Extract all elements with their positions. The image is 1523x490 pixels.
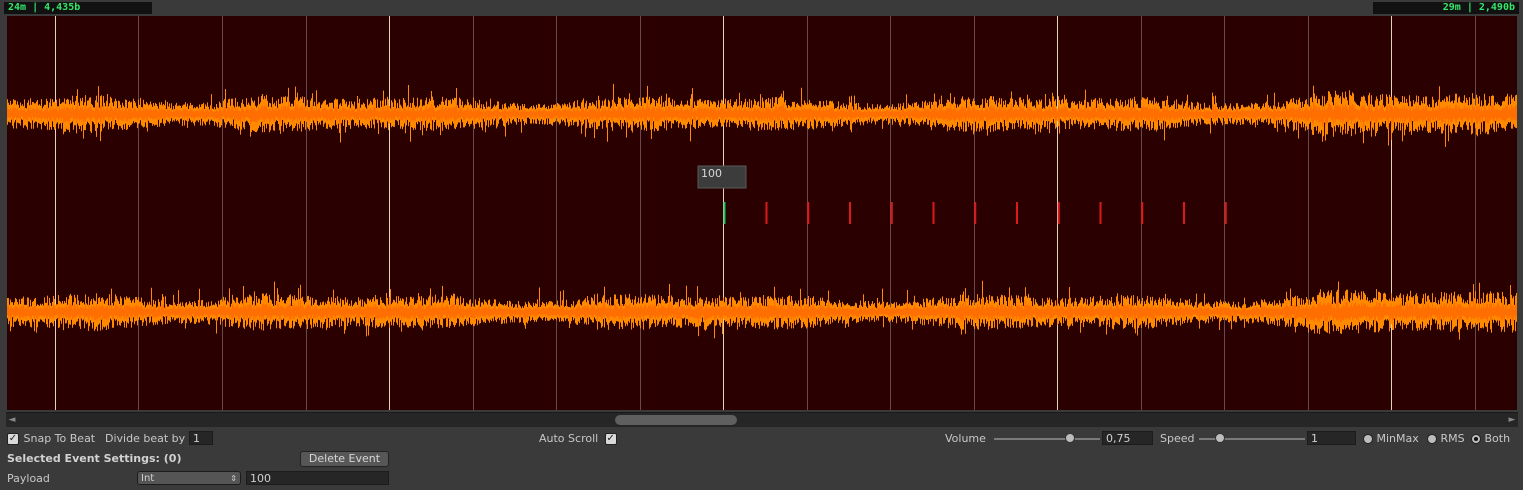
event-payload-popup: 100 <box>697 165 747 189</box>
waveform-background <box>7 16 1517 410</box>
speed-input[interactable]: 1 <box>1307 431 1356 445</box>
divide-beat-label: Divide beat by <box>105 432 186 445</box>
volume-label: Volume <box>945 432 986 445</box>
payload-type-dropdown[interactable]: Int ⇕ <box>137 471 241 485</box>
payload-label: Payload <box>7 472 50 485</box>
delete-event-button[interactable]: Delete Event <box>300 451 389 467</box>
scrollbar-thumb[interactable] <box>615 415 737 425</box>
minmax-radio[interactable] <box>1363 434 1373 444</box>
display-mode-minmax[interactable]: MinMax <box>1363 432 1419 445</box>
divide-beat-input[interactable]: 1 <box>189 431 213 445</box>
horizontal-scrollbar[interactable]: ◄ ► <box>6 412 1518 427</box>
event-settings-title: Selected Event Settings: (0) <box>7 452 182 465</box>
rms-label: RMS <box>1440 432 1465 445</box>
payload-value-input[interactable]: 100 <box>246 471 389 485</box>
waveform-canvas[interactable]: 100 <box>7 16 1517 410</box>
dropdown-arrow-icon: ⇕ <box>230 474 237 483</box>
speed-slider-knob[interactable] <box>1215 433 1225 443</box>
both-radio[interactable] <box>1471 434 1481 444</box>
display-mode-rms[interactable]: RMS <box>1427 432 1465 445</box>
minmax-label: MinMax <box>1376 432 1419 445</box>
start-timecode: 24m | 4,435b <box>4 2 152 14</box>
snap-to-beat-label: Snap To Beat <box>23 432 96 445</box>
auto-scroll-label: Auto Scroll <box>539 432 599 445</box>
volume-input[interactable]: 0,75 <box>1102 431 1153 445</box>
display-mode-both[interactable]: Both <box>1471 432 1510 445</box>
volume-slider-knob[interactable] <box>1065 433 1075 443</box>
waveform-timeline[interactable]: 100 <box>7 16 1517 410</box>
speed-label: Speed <box>1160 432 1195 445</box>
auto-scroll-checkbox[interactable]: ✓ <box>604 433 617 445</box>
volume-slider-track[interactable] <box>994 438 1100 440</box>
timecode-bar: 24m | 4,435b 29m | 2,490b <box>0 0 1523 15</box>
scroll-right-arrow-icon[interactable]: ► <box>1506 414 1518 426</box>
event-payload-popup-text: 100 <box>701 167 722 180</box>
auto-scroll-toggle[interactable]: Auto Scroll ✓ <box>539 432 617 445</box>
snap-to-beat-checkbox[interactable]: ✓ <box>7 433 19 445</box>
scroll-left-arrow-icon[interactable]: ◄ <box>6 414 18 426</box>
both-label: Both <box>1484 432 1511 445</box>
payload-type-value: Int <box>141 473 155 484</box>
rms-radio[interactable] <box>1427 434 1437 444</box>
end-timecode: 29m | 2,490b <box>1373 2 1519 14</box>
snap-to-beat-toggle[interactable]: ✓ Snap To Beat <box>7 432 95 445</box>
